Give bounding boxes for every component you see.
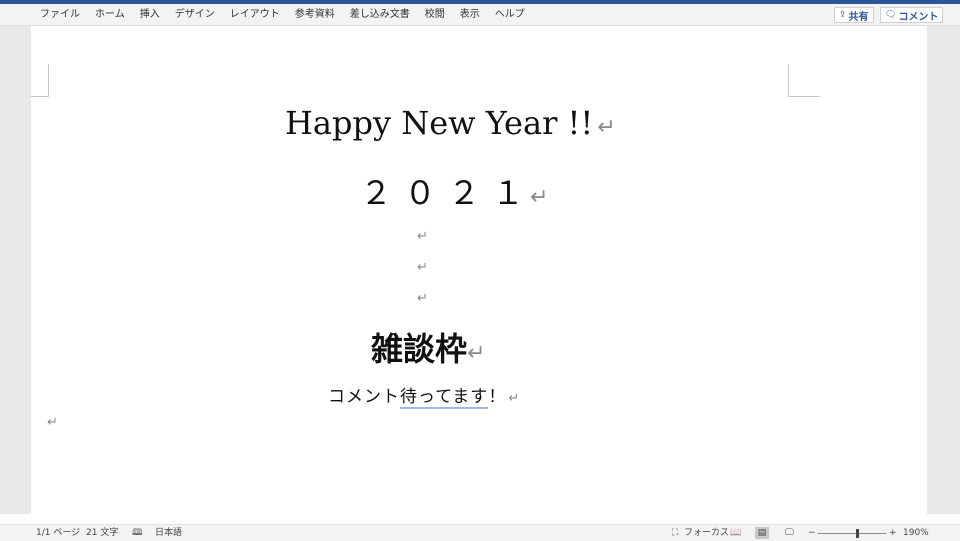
empty-paragraph[interactable]: ↵	[417, 291, 428, 306]
ribbon-tabs: ファイル ホーム 挿入 デザイン レイアウト 参考資料 差し込み文書 校閲 表示…	[40, 4, 540, 25]
margin-corner-top-left	[31, 64, 49, 97]
document-comment-line[interactable]: コメント待ってます！ ↵	[328, 382, 521, 409]
zoom-level[interactable]: 190%	[903, 525, 929, 541]
word-count[interactable]: 21 文字	[86, 525, 118, 541]
focus-icon[interactable]: ⛶	[672, 525, 678, 541]
page-count[interactable]: 1/1 ページ	[36, 525, 80, 541]
tab-file[interactable]: ファイル	[40, 4, 80, 25]
proofing-icon[interactable]: 🕮	[132, 525, 143, 541]
tab-references[interactable]: 参考資料	[295, 4, 335, 25]
paragraph-mark-icon: ↵	[530, 185, 549, 210]
zoom-out-button[interactable]: −	[808, 525, 816, 541]
web-layout-icon[interactable]: 🖵	[785, 525, 794, 541]
paragraph-mark-icon: ↵	[597, 115, 616, 140]
empty-paragraph[interactable]: ↵	[417, 229, 428, 244]
margin-corner-top-right	[788, 64, 820, 97]
read-mode-icon[interactable]: 📖	[730, 525, 741, 541]
zoom-in-button[interactable]: +	[889, 525, 897, 541]
comment-text-prefix: コメント	[328, 387, 400, 407]
focus-mode-button[interactable]: フォーカス	[684, 525, 729, 541]
paragraph-mark-icon: ↵	[47, 415, 58, 430]
status-bar: 1/1 ページ 21 文字 🕮 日本語 ⛶ フォーカス 📖 ▤ 🖵 − + 19…	[0, 524, 960, 541]
paragraph-mark-icon: ↵	[417, 291, 428, 306]
document-heading: 雑談枠	[371, 330, 468, 368]
comment-icon: 🗨	[885, 10, 897, 20]
paragraph-mark-icon: ↵	[417, 229, 428, 244]
print-layout-icon[interactable]: ▤	[755, 527, 769, 539]
tab-layout[interactable]: レイアウト	[230, 4, 280, 25]
spelling-underlined-text: 待ってます	[400, 387, 489, 409]
tab-home[interactable]: ホーム	[95, 4, 125, 25]
document-year: ２０２１	[360, 174, 537, 212]
share-button[interactable]: ⇪ 共有	[834, 7, 874, 23]
document-page[interactable]	[31, 26, 927, 514]
share-button-label: 共有	[848, 11, 869, 23]
tab-design[interactable]: デザイン	[175, 4, 215, 25]
tab-view[interactable]: 表示	[460, 4, 480, 25]
document-title-line[interactable]: Happy New Year !! ↵	[285, 104, 616, 142]
comment-text-suffix: ！	[488, 387, 507, 407]
language-indicator[interactable]: 日本語	[155, 525, 182, 541]
empty-paragraph[interactable]: ↵	[417, 260, 428, 275]
comments-button-label: コメント	[898, 11, 939, 23]
left-gutter	[0, 26, 31, 514]
ribbon-tab-bar: ファイル ホーム 挿入 デザイン レイアウト 参考資料 差し込み文書 校閲 表示…	[0, 4, 960, 26]
paragraph-mark-icon: ↵	[467, 341, 486, 366]
document-title: Happy New Year !!	[285, 104, 594, 142]
zoom-slider-track[interactable]	[818, 533, 886, 534]
tab-mailings[interactable]: 差し込み文書	[350, 4, 410, 25]
tab-help[interactable]: ヘルプ	[495, 4, 525, 25]
document-year-line[interactable]: ２０２１↵	[360, 168, 548, 214]
share-icon: ⇪	[839, 10, 847, 20]
comments-button[interactable]: 🗨 コメント	[880, 7, 944, 23]
paragraph-mark-icon: ↵	[508, 391, 521, 406]
tab-review[interactable]: 校閲	[425, 4, 445, 25]
paragraph-mark-icon: ↵	[417, 260, 428, 275]
tab-insert[interactable]: 挿入	[140, 4, 160, 25]
empty-paragraph[interactable]: ↵	[47, 415, 58, 430]
right-gutter	[927, 26, 960, 514]
zoom-slider-thumb[interactable]	[856, 529, 859, 538]
document-heading-line[interactable]: 雑談枠↵	[371, 324, 485, 370]
